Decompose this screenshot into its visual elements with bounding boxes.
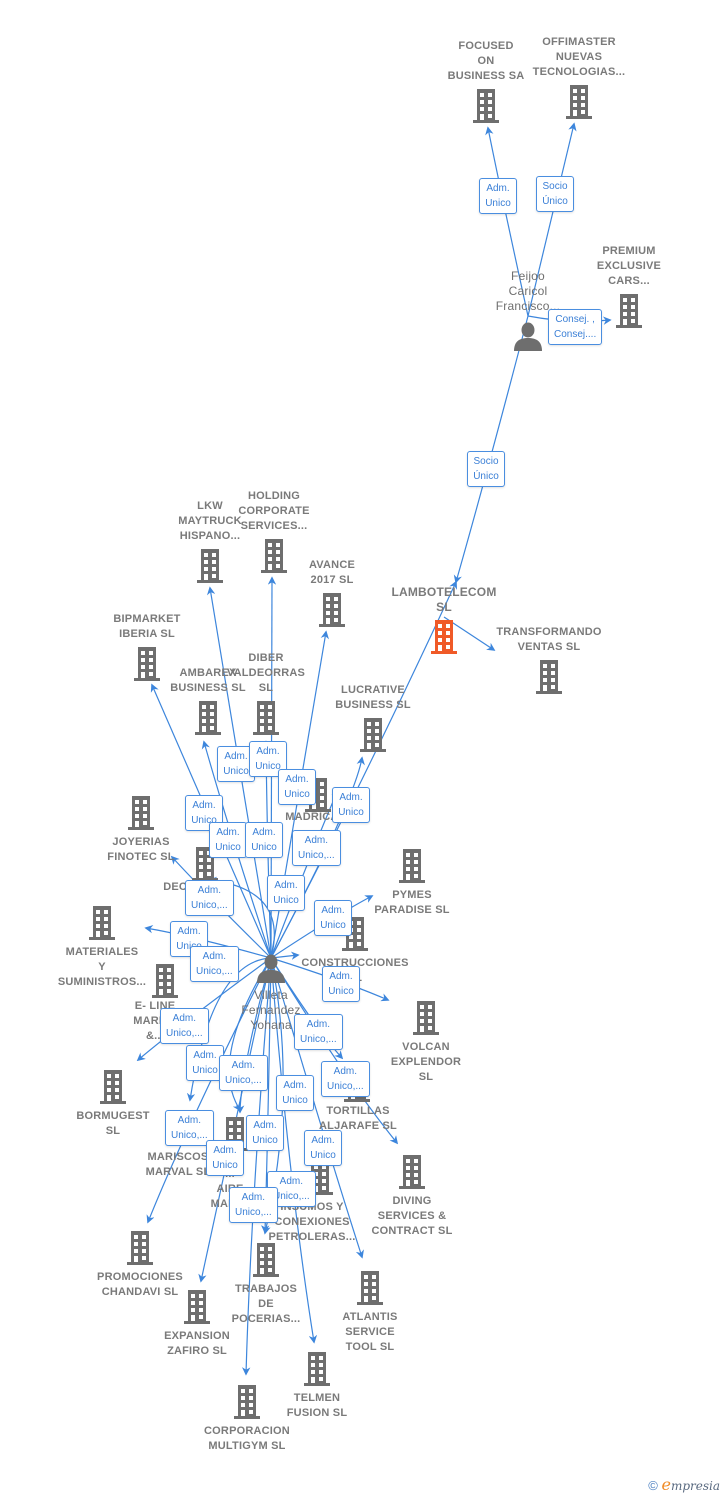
edge-label-villeta-to-pymes[interactable]: Adm. Unico [314, 900, 352, 936]
node-label-offimaster[interactable]: OFFIMASTER NUEVAS TECNOLOGIAS... [509, 35, 649, 80]
node-label-holding[interactable]: HOLDING CORPORATE SERVICES... [204, 489, 344, 534]
building-icon[interactable] [566, 85, 592, 124]
building-icon[interactable] [431, 620, 457, 659]
building-icon[interactable] [253, 701, 279, 740]
node-label-pymes[interactable]: PYMES PARADISE SL [342, 888, 482, 918]
edge-label-villeta-to-madrican[interactable]: Adm. Unico,... [292, 830, 341, 866]
building-icon[interactable] [197, 549, 223, 588]
node-label-atlantis[interactable]: ATLANTIS SERVICE TOOL SL [300, 1310, 440, 1355]
building-icon[interactable] [319, 593, 345, 632]
building-icon[interactable] [128, 796, 154, 835]
relationship-graph: FOCUSED ON BUSINESS SA OFFIMASTER NUEVAS … [0, 0, 728, 1500]
building-icon[interactable] [360, 718, 386, 757]
edge-label-villeta-to-diving[interactable]: Adm. Unico,... [321, 1061, 370, 1097]
edge-label-villeta-to-ambarex[interactable]: Adm. Unico [209, 822, 247, 858]
edge-label-villeta-to-bormugest[interactable]: Adm. Unico,... [190, 946, 239, 982]
edge-label-feijoo-to-offimaster[interactable]: Socio Único [536, 176, 574, 212]
building-icon[interactable] [234, 1385, 260, 1424]
edge-label-villeta-to-insumos[interactable]: Adm. Unico [276, 1075, 314, 1111]
person-icon[interactable] [513, 321, 543, 356]
node-label-volcan[interactable]: VOLCAN EXPLENDOR SL [356, 1040, 496, 1085]
edge-label-villeta-to-eline[interactable]: Adm. Unico,... [160, 1008, 209, 1044]
person-icon[interactable] [256, 953, 286, 988]
node-label-feijoo[interactable]: Feijoo Caricol Francisco... [458, 269, 598, 314]
edge-label-villeta-to-lucrative[interactable]: Adm. Unico [332, 787, 370, 823]
edge-label-villeta-to-atlantis[interactable]: Adm. Unico [304, 1130, 342, 1166]
edge-label-feijoo-to-focused[interactable]: Adm. Unico [479, 178, 517, 214]
node-label-lambotelecom[interactable]: LAMBOTELECOM SL [374, 585, 514, 615]
building-icon[interactable] [473, 89, 499, 128]
node-label-telmen[interactable]: TELMEN FUSION SL [247, 1391, 387, 1421]
node-label-bipmarket[interactable]: BIPMARKET IBERIA SL [77, 612, 217, 642]
node-label-bormugest[interactable]: BORMUGEST SL [43, 1109, 183, 1139]
edge-label-feijoo-to-lambotelecom[interactable]: Socio Único [467, 451, 505, 487]
building-icon[interactable] [536, 660, 562, 699]
building-icon[interactable] [89, 906, 115, 945]
edge-label-villeta-to-volcan[interactable]: Adm. Unico [322, 966, 360, 1002]
building-icon[interactable] [127, 1231, 153, 1270]
building-icon[interactable] [152, 964, 178, 1003]
node-label-corporacion[interactable]: CORPORACION MULTIGYM SL [177, 1424, 317, 1454]
building-icon[interactable] [195, 701, 221, 740]
edge-label-feijoo-to-premium[interactable]: Consej. , Consej.... [548, 309, 603, 345]
edge-label-villeta-to-diber[interactable]: Adm. Unico [245, 822, 283, 858]
node-label-transformando[interactable]: TRANSFORMANDO VENTAS SL [479, 625, 619, 655]
building-icon[interactable] [304, 1352, 330, 1391]
node-label-lucrative[interactable]: LUCRATIVE BUSINESS SL [303, 683, 443, 713]
building-icon[interactable] [399, 1155, 425, 1194]
edge-label-villeta-to-trabajos[interactable]: Adm. Unico [246, 1115, 284, 1151]
edge-label-villeta-to-aire[interactable]: Adm. Unico,... [219, 1055, 268, 1091]
edge-label-villeta-to-joyerias[interactable]: Adm. Unico,... [185, 880, 234, 916]
edge-label-villeta-to-avance[interactable]: Adm. Unico [278, 769, 316, 805]
building-icon[interactable] [100, 1070, 126, 1109]
building-icon[interactable] [616, 294, 642, 333]
node-label-joyerias[interactable]: JOYERIAS FINOTEC SL [71, 835, 211, 865]
building-icon[interactable] [184, 1290, 210, 1329]
copyright-icon: © [648, 1478, 658, 1493]
building-icon[interactable] [399, 849, 425, 888]
edge-label-villeta-to-tortillas[interactable]: Adm. Unico,... [294, 1014, 343, 1050]
node-label-avance[interactable]: AVANCE 2017 SL [262, 558, 402, 588]
empresia-logo: empresia [661, 1475, 720, 1494]
building-icon[interactable] [413, 1001, 439, 1040]
edge-label-villeta-to-expansion[interactable]: Adm. Unico [206, 1140, 244, 1176]
node-label-materiales[interactable]: MATERIALES Y SUMINISTROS... [32, 945, 172, 990]
edge-label-villeta-to-corporacion[interactable]: Adm. Unico,... [229, 1187, 278, 1223]
node-label-expansion[interactable]: EXPANSION ZAFIRO SL [127, 1329, 267, 1359]
building-icon[interactable] [253, 1243, 279, 1282]
footer-credit[interactable]: © empresia [648, 1475, 720, 1494]
building-icon[interactable] [357, 1271, 383, 1310]
edge-label-villeta-to-deco[interactable]: Adm. Unico [267, 875, 305, 911]
